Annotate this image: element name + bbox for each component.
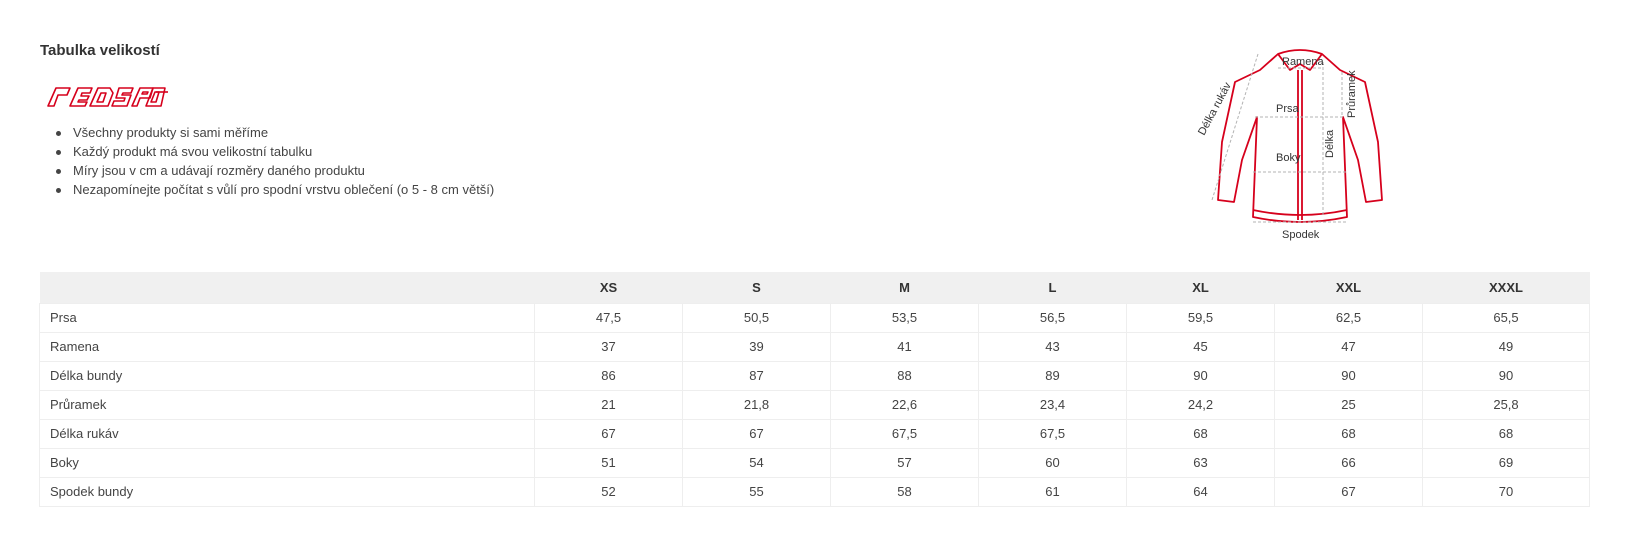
table-cell: 66 xyxy=(1274,447,1423,478)
table-cell: 25,8 xyxy=(1422,389,1590,420)
table-cell: 64 xyxy=(1126,476,1275,507)
table-cell: 67 xyxy=(1274,476,1423,507)
table-cell: 89 xyxy=(978,360,1127,391)
row-label: Ramena xyxy=(39,331,535,362)
table-cell: 45 xyxy=(1126,331,1275,362)
info-item: Nezapomínejte počítat s vůlí pro spodní … xyxy=(55,182,495,197)
table-cell: 60 xyxy=(978,447,1127,478)
table-cell: 90 xyxy=(1422,360,1590,391)
info-item: Míry jsou v cm a udávají rozměry daného … xyxy=(55,161,494,180)
table-row: Ramena 37 39 41 43 45 47 49 xyxy=(39,331,1590,362)
table-row: Prsa 47,5 50,5 53,5 56,5 59,5 62,5 65,5 xyxy=(39,302,1590,333)
table-cell: 67 xyxy=(534,418,683,449)
column-header-s: S xyxy=(682,272,831,303)
table-cell: 37 xyxy=(534,331,683,362)
table-cell: 25 xyxy=(1274,389,1423,420)
table-cell: 86 xyxy=(534,360,683,391)
table-cell: 67,5 xyxy=(978,418,1127,449)
column-header-xs: XS xyxy=(534,272,683,303)
table-cell: 54 xyxy=(682,447,831,478)
jacket-zipper xyxy=(1297,70,1303,220)
table-row: Spodek bundy 52 55 58 61 64 67 70 xyxy=(39,476,1590,507)
table-cell: 49 xyxy=(1422,331,1590,362)
brand-logo xyxy=(47,87,168,107)
size-table: XS S M L XL XXL XXXL Prsa 47,5 50,5 53,5… xyxy=(39,272,1590,507)
table-cell: 43 xyxy=(978,331,1127,362)
table-cell: 67,5 xyxy=(830,418,979,449)
table-cell: 39 xyxy=(682,331,831,362)
info-item: Každý produkt má svou velikostní tabulku xyxy=(55,142,494,161)
table-cell: 23,4 xyxy=(978,389,1127,420)
table-cell: 41 xyxy=(830,331,979,362)
table-cell: 22,6 xyxy=(830,389,979,420)
table-cell: 70 xyxy=(1422,476,1590,507)
sleeve-arrow xyxy=(1211,53,1259,201)
table-cell: 50,5 xyxy=(682,302,831,333)
table-cell: 63 xyxy=(1126,447,1275,478)
table-row: Průramek 21 21,8 22,6 23,4 24,2 25 25,8 xyxy=(39,389,1590,420)
row-label: Prsa xyxy=(39,302,535,333)
column-header-label xyxy=(39,272,535,303)
diagram-label-boky: Boky xyxy=(1276,152,1301,164)
table-cell: 24,2 xyxy=(1126,389,1275,420)
page-title: Tabulka velikostí xyxy=(40,42,160,59)
table-cell: 51 xyxy=(534,447,683,478)
table-row: Délka bundy 86 87 88 89 90 90 90 xyxy=(39,360,1590,391)
table-cell: 52 xyxy=(534,476,683,507)
table-cell: 87 xyxy=(682,360,831,391)
table-cell: 90 xyxy=(1274,360,1423,391)
table-cell: 61 xyxy=(978,476,1127,507)
diagram-label-ramena: Ramena xyxy=(1282,56,1324,68)
table-cell: 47 xyxy=(1274,331,1423,362)
table-cell: 57 xyxy=(830,447,979,478)
row-label: Délka bundy xyxy=(39,360,535,391)
row-label: Spodek bundy xyxy=(39,476,535,507)
row-label: Boky xyxy=(39,447,535,478)
table-header-row: XS S M L XL XXL XXXL xyxy=(39,272,1590,303)
table-row: Boky 51 54 57 60 63 66 69 xyxy=(39,447,1590,478)
table-cell: 88 xyxy=(830,360,979,391)
table-cell: 56,5 xyxy=(978,302,1127,333)
table-row: Délka rukáv 67 67 67,5 67,5 68 68 68 xyxy=(39,418,1590,449)
info-list: Všechny produkty si sami měříme Každý pr… xyxy=(55,123,495,199)
column-header-xxxl: XXXL xyxy=(1422,272,1590,303)
row-label: Délka rukáv xyxy=(39,418,535,449)
column-header-l: L xyxy=(978,272,1127,303)
diagram-label-pruramek: Průramek xyxy=(1346,70,1358,118)
table-cell: 53,5 xyxy=(830,302,979,333)
table-cell: 58 xyxy=(830,476,979,507)
diagram-label-spodek: Spodek xyxy=(1282,229,1320,241)
table-cell: 59,5 xyxy=(1126,302,1275,333)
table-cell: 90 xyxy=(1126,360,1275,391)
diagram-label-delka: Délka xyxy=(1324,129,1336,158)
table-cell: 21,8 xyxy=(682,389,831,420)
column-header-xxl: XXL xyxy=(1274,272,1423,303)
column-header-m: M xyxy=(830,272,979,303)
column-header-xl: XL xyxy=(1126,272,1275,303)
info-item: Všechny produkty si sami měříme xyxy=(55,123,494,142)
diagram-label-prsa: Prsa xyxy=(1276,103,1300,115)
table-cell: 21 xyxy=(534,389,683,420)
jacket-hem xyxy=(1252,209,1348,216)
table-cell: 69 xyxy=(1422,447,1590,478)
table-cell: 68 xyxy=(1422,418,1590,449)
row-label: Průramek xyxy=(39,389,535,420)
table-cell: 55 xyxy=(682,476,831,507)
table-cell: 65,5 xyxy=(1422,302,1590,333)
table-cell: 67 xyxy=(682,418,831,449)
table-cell: 62,5 xyxy=(1274,302,1423,333)
table-cell: 68 xyxy=(1274,418,1423,449)
table-cell: 47,5 xyxy=(534,302,683,333)
table-cell: 68 xyxy=(1126,418,1275,449)
jacket-size-diagram: Ramena Prsa Boky Spodek Délka Průramek D… xyxy=(1196,49,1383,241)
